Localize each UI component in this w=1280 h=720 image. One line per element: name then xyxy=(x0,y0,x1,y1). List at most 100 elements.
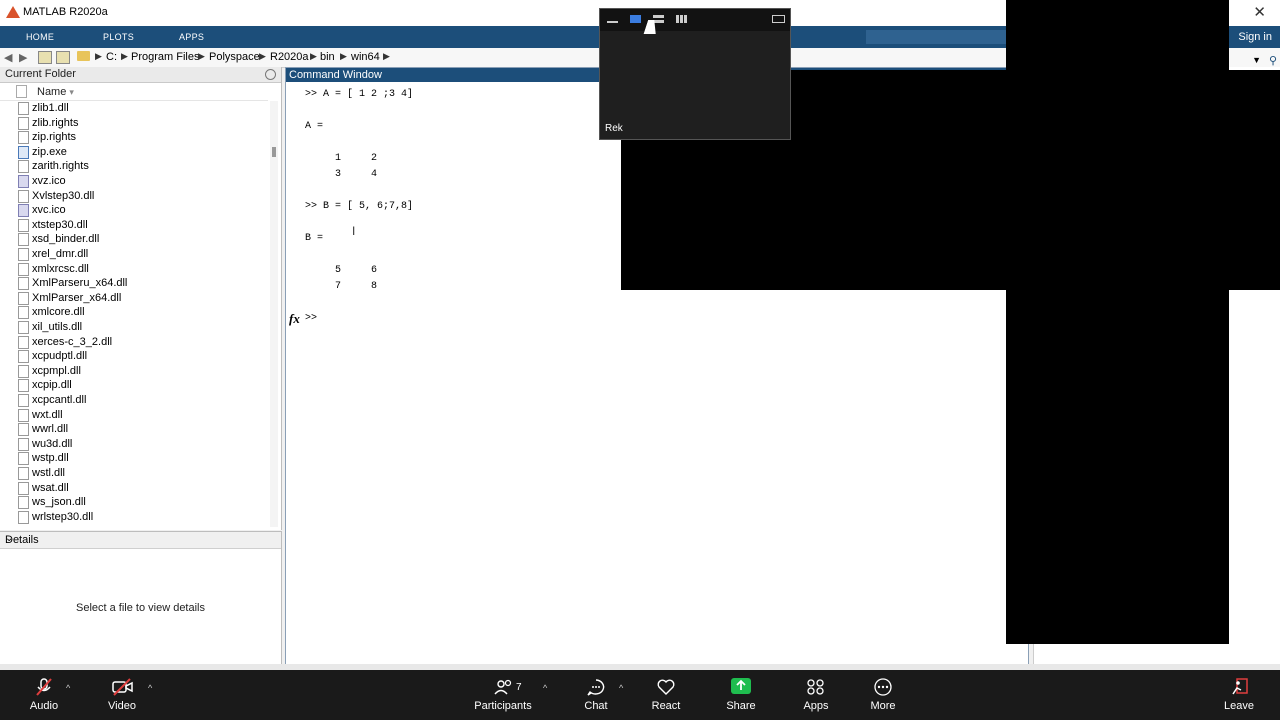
participants-options-caret[interactable]: ^ xyxy=(543,683,547,693)
command-prompt[interactable]: >> xyxy=(305,313,317,324)
floating-video-window[interactable]: Rek xyxy=(599,8,791,140)
chat-options-caret[interactable]: ^ xyxy=(619,683,623,693)
list-item[interactable]: wwrl.dll xyxy=(0,422,268,437)
share-label: Share xyxy=(726,700,756,712)
details-header[interactable]: Details ⌄ xyxy=(0,532,281,549)
file-name: zip.exe xyxy=(32,145,67,158)
dropdown-arrow-icon[interactable]: ▼ xyxy=(1252,55,1261,65)
list-item[interactable]: xerces-c_3_2.dll xyxy=(0,335,268,350)
react-button[interactable]: React xyxy=(648,678,684,712)
list-item[interactable]: xil_utils.dll xyxy=(0,320,268,335)
breadcrumb-polyspace[interactable]: Polyspace xyxy=(209,51,260,63)
list-item[interactable]: xcpip.dll xyxy=(0,378,268,393)
list-item[interactable]: zlib1.dll xyxy=(0,101,268,116)
path-separator-icon: ▶ xyxy=(259,51,266,61)
apps-label: Apps xyxy=(803,700,829,712)
chat-button[interactable]: Chat xyxy=(578,678,614,712)
apps-button[interactable]: Apps xyxy=(798,678,834,712)
list-item[interactable]: wrlstep30.dll xyxy=(0,510,268,525)
list-item[interactable]: XmlParseru_x64.dll xyxy=(0,276,268,291)
back-arrow-icon[interactable]: ◀ xyxy=(4,51,12,64)
list-item[interactable]: wxt.dll xyxy=(0,408,268,423)
list-item[interactable]: wstl.dll xyxy=(0,466,268,481)
list-item[interactable]: zarith.rights xyxy=(0,159,268,174)
list-item[interactable]: zip.exe xyxy=(0,145,268,160)
list-item[interactable]: xtstep30.dll xyxy=(0,218,268,233)
list-item[interactable]: xsd_binder.dll xyxy=(0,232,268,247)
list-item[interactable]: zip.rights xyxy=(0,130,268,145)
video-button[interactable]: Video xyxy=(100,678,144,712)
path-separator-icon: ▶ xyxy=(383,51,390,61)
scrollbar-thumb[interactable] xyxy=(272,147,276,157)
file-name: xmlxrcsc.dll xyxy=(32,262,89,275)
list-item[interactable]: ws_json.dll xyxy=(0,495,268,510)
file-icon xyxy=(18,335,29,349)
browse-folder-icon[interactable] xyxy=(56,51,70,64)
gallery-view-icon[interactable] xyxy=(676,15,687,23)
file-icon xyxy=(18,131,29,145)
name-column-label: Name xyxy=(37,86,67,98)
share-button[interactable]: Share xyxy=(722,678,760,712)
leave-button[interactable]: Leave xyxy=(1220,678,1258,712)
participants-count: 7 xyxy=(516,682,522,693)
list-item[interactable]: xcpudptl.dll xyxy=(0,349,268,364)
audio-button[interactable]: Audio xyxy=(22,678,66,712)
list-item[interactable]: XmlParser_x64.dll xyxy=(0,291,268,306)
file-name: xtstep30.dll xyxy=(32,218,88,231)
breadcrumb-bin[interactable]: bin xyxy=(320,51,335,63)
command-window-title: Command Window xyxy=(289,69,382,81)
tab-home[interactable]: HOME xyxy=(26,32,54,42)
path-separator-icon: ▶ xyxy=(340,51,347,61)
file-icon xyxy=(18,277,29,291)
video-options-caret[interactable]: ^ xyxy=(148,683,152,693)
file-name: ws_json.dll xyxy=(32,496,86,509)
list-item[interactable]: xvc.ico xyxy=(0,203,268,218)
list-item[interactable]: xmlxrcsc.dll xyxy=(0,262,268,277)
list-item[interactable]: wstp.dll xyxy=(0,451,268,466)
panel-options-icon[interactable] xyxy=(265,69,276,80)
breadcrumb-win64[interactable]: win64 xyxy=(351,51,380,63)
quick-access-toolbar[interactable] xyxy=(866,30,1006,44)
heart-icon xyxy=(656,678,676,696)
sign-in-link[interactable]: Sign in xyxy=(1238,31,1272,43)
output-line: 5 6 xyxy=(305,265,378,276)
speaker-view-icon[interactable] xyxy=(630,15,641,23)
participants-button[interactable]: Participants xyxy=(474,678,532,712)
up-folder-icon[interactable] xyxy=(38,51,52,64)
tab-apps[interactable]: APPS xyxy=(179,32,204,42)
output-line: A = xyxy=(305,121,324,132)
folder-icon xyxy=(77,51,90,61)
breadcrumb-r2020a[interactable]: R2020a xyxy=(270,51,309,63)
minimize-icon[interactable] xyxy=(607,21,618,23)
meeting-toolbar: Audio ^ Video ^ Participants 7 ^ Chat ^ … xyxy=(0,670,1280,720)
file-icon xyxy=(18,321,29,334)
search-icon[interactable]: ⚲ xyxy=(1269,54,1277,67)
list-item[interactable]: xrel_dmr.dll xyxy=(0,247,268,262)
file-icon xyxy=(18,510,29,524)
chevron-down-icon[interactable]: ⌄ xyxy=(5,533,273,544)
file-name: zarith.rights xyxy=(32,160,89,173)
fx-icon[interactable]: fx xyxy=(289,311,300,327)
breadcrumb-program-files[interactable]: Program Files xyxy=(131,51,199,63)
more-button[interactable]: More xyxy=(864,678,902,712)
list-item[interactable]: zlib.rights xyxy=(0,116,268,131)
tab-plots[interactable]: PLOTS xyxy=(103,32,134,42)
path-separator-icon: ▶ xyxy=(198,51,205,61)
list-item[interactable]: xvz.ico xyxy=(0,174,268,189)
name-column-header[interactable]: Name ▾ xyxy=(37,86,74,98)
forward-arrow-icon[interactable]: ▶ xyxy=(19,51,27,64)
list-item[interactable]: wsat.dll xyxy=(0,481,268,496)
list-item[interactable]: xcpcantl.dll xyxy=(0,393,268,408)
file-icon xyxy=(18,218,29,232)
list-item[interactable]: xmlcore.dll xyxy=(0,305,268,320)
audio-options-caret[interactable]: ^ xyxy=(66,683,70,693)
chat-label: Chat xyxy=(584,700,608,712)
file-list-scrollbar[interactable] xyxy=(270,101,278,527)
breadcrumb-c[interactable]: C: xyxy=(106,51,117,63)
list-item[interactable]: wu3d.dll xyxy=(0,437,268,452)
close-window-button[interactable]: ✕ xyxy=(1253,3,1266,21)
list-item[interactable]: Xvlstep30.dll xyxy=(0,189,268,204)
file-icon xyxy=(18,291,29,305)
list-item[interactable]: xcpmpl.dll xyxy=(0,364,268,379)
exit-minimized-icon[interactable] xyxy=(772,15,785,23)
